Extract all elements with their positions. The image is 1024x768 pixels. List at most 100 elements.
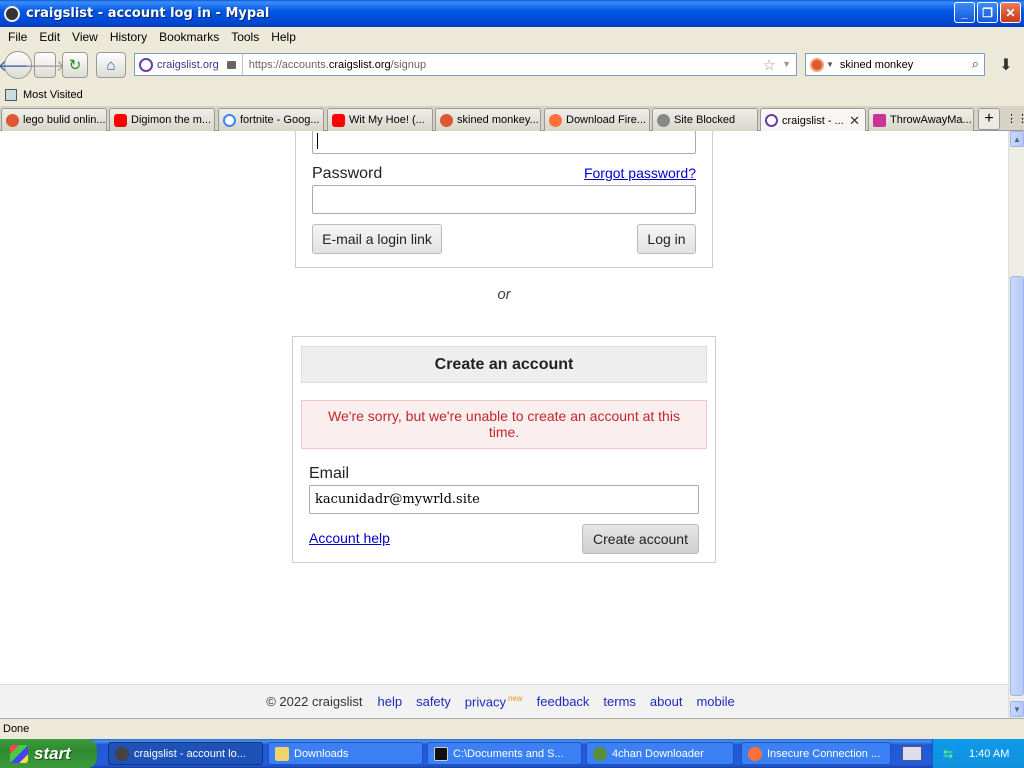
clover-icon bbox=[593, 746, 607, 761]
title-bar: craigslist - account log in - Mypal _ ❐ … bbox=[0, 0, 1024, 27]
text-cursor bbox=[317, 133, 318, 149]
url-dropdown-icon[interactable]: ▼ bbox=[782, 59, 791, 69]
close-tab-icon[interactable]: ✕ bbox=[849, 113, 860, 129]
menu-bookmarks[interactable]: Bookmarks bbox=[159, 30, 219, 44]
folder-icon bbox=[275, 746, 289, 761]
email-login-input[interactable] bbox=[312, 131, 696, 154]
tab-download-firefox[interactable]: Download Fire... bbox=[544, 108, 650, 131]
page-footer: © 2022 craigslist help safety privacy new… bbox=[0, 684, 1008, 718]
menu-edit[interactable]: Edit bbox=[39, 30, 60, 44]
site-identity[interactable]: craigslist.org bbox=[135, 54, 243, 75]
footer-terms-link[interactable]: terms bbox=[603, 694, 636, 709]
new-badge: new bbox=[507, 693, 523, 703]
start-button[interactable]: start bbox=[0, 739, 97, 768]
tab-skined-monkey[interactable]: skined monkey... bbox=[435, 108, 541, 131]
search-icon[interactable]: ⌕ bbox=[972, 56, 979, 72]
tab-lego[interactable]: lego bulid onlin... bbox=[1, 108, 107, 131]
create-account-form: Create an account We're sorry, but we're… bbox=[292, 336, 716, 563]
login-button[interactable]: Log in bbox=[637, 224, 696, 254]
peace-icon bbox=[765, 114, 778, 127]
account-help-link[interactable]: Account help bbox=[309, 530, 390, 546]
footer-mobile-link[interactable]: mobile bbox=[696, 694, 734, 709]
create-account-heading: Create an account bbox=[301, 346, 707, 383]
taskbar: start craigslist - account lo... Downloa… bbox=[0, 739, 1024, 768]
system-tray: ⇆ 1:40 AM bbox=[932, 739, 1024, 768]
download-arrow-icon: ⬇ bbox=[999, 57, 1013, 74]
network-icon[interactable]: ⇆ bbox=[943, 747, 959, 761]
new-tab-button[interactable]: + bbox=[978, 108, 1000, 130]
bookmarks-toolbar: Most Visited bbox=[0, 84, 1024, 106]
home-icon: ⌂ bbox=[106, 56, 116, 74]
peace-icon bbox=[139, 57, 153, 72]
forward-button[interactable]: 🡒 bbox=[25, 52, 65, 78]
menu-help[interactable]: Help bbox=[271, 30, 296, 44]
reload-icon: ↻ bbox=[68, 57, 82, 74]
email-field[interactable]: kacunidadr@mywrld.site bbox=[309, 485, 699, 514]
menu-file[interactable]: File bbox=[8, 30, 27, 44]
navigation-toolbar: 🡐 🡒 ↻ ⌂ craigslist.org https://accounts.… bbox=[0, 46, 1024, 84]
taskbar-item-browser[interactable]: craigslist - account lo... bbox=[108, 742, 263, 765]
tab-site-blocked[interactable]: Site Blocked bbox=[652, 108, 758, 131]
tab-craigslist[interactable]: craigslist - ... ✕ bbox=[760, 108, 866, 132]
taskbar-item-4chan-downloader[interactable]: 4chan Downloader bbox=[586, 742, 734, 765]
bookmark-star-icon[interactable]: ☆ bbox=[763, 56, 776, 74]
scroll-down-icon[interactable]: ▼ bbox=[1010, 701, 1024, 717]
google-icon bbox=[223, 113, 236, 127]
keyboard-icon[interactable] bbox=[902, 746, 922, 761]
menu-history[interactable]: History bbox=[110, 30, 147, 44]
folder-icon bbox=[5, 89, 17, 101]
error-message: We're sorry, but we're unable to create … bbox=[301, 400, 707, 449]
youtube-icon bbox=[332, 113, 345, 127]
menu-tools[interactable]: Tools bbox=[231, 30, 259, 44]
youtube-icon bbox=[114, 113, 127, 127]
footer-feedback-link[interactable]: feedback bbox=[537, 694, 590, 709]
create-account-button[interactable]: Create account bbox=[582, 524, 699, 554]
tab-fortnite[interactable]: fortnite - Goog... bbox=[218, 108, 324, 131]
footer-privacy-link[interactable]: privacy new bbox=[465, 694, 523, 709]
taskbar-item-downloads[interactable]: Downloads bbox=[268, 742, 423, 765]
url-text[interactable]: https://accounts.craigslist.org/signup bbox=[249, 59, 426, 71]
password-label: Password bbox=[312, 165, 383, 182]
search-input[interactable]: skined monkey bbox=[840, 59, 913, 71]
login-form: Password Forgot password? E-mail a login… bbox=[295, 131, 713, 268]
bookmark-most-visited[interactable]: Most Visited bbox=[23, 89, 83, 101]
tab-favicon-icon bbox=[6, 113, 19, 127]
forgot-password-link[interactable]: Forgot password? bbox=[584, 165, 696, 181]
maximize-button[interactable]: ❐ bbox=[977, 2, 998, 23]
taskbar-item-insecure-connection[interactable]: Insecure Connection ... bbox=[741, 742, 891, 765]
footer-about-link[interactable]: about bbox=[650, 694, 683, 709]
window-title: craigslist - account log in - Mypal bbox=[26, 6, 270, 21]
scroll-thumb[interactable] bbox=[1010, 276, 1024, 696]
firefox-icon bbox=[549, 113, 562, 127]
menu-view[interactable]: View bbox=[72, 30, 98, 44]
globe-icon bbox=[657, 113, 670, 127]
home-button[interactable]: ⌂ bbox=[96, 52, 126, 78]
vertical-scrollbar[interactable]: ▲ ▼ bbox=[1008, 131, 1024, 718]
footer-help-link[interactable]: help bbox=[378, 694, 403, 709]
firefox-icon bbox=[748, 746, 762, 761]
close-button[interactable]: ✕ bbox=[1000, 2, 1021, 23]
tab-digimon[interactable]: Digimon the m... bbox=[109, 108, 215, 131]
password-input[interactable] bbox=[312, 185, 696, 214]
footer-safety-link[interactable]: safety bbox=[416, 694, 451, 709]
url-bar[interactable]: craigslist.org https://accounts.craigsli… bbox=[134, 53, 797, 76]
clock[interactable]: 1:40 AM bbox=[969, 748, 1009, 760]
email-login-link-button[interactable]: E-mail a login link bbox=[312, 224, 442, 254]
chevron-down-icon[interactable]: ▼ bbox=[826, 60, 834, 69]
status-bar: Done bbox=[0, 718, 1024, 739]
reload-button[interactable]: ↻ bbox=[62, 52, 88, 78]
page-content: Password Forgot password? E-mail a login… bbox=[0, 131, 1008, 684]
minimize-button[interactable]: _ bbox=[954, 2, 975, 23]
all-tabs-icon[interactable]: ⋮⋮ bbox=[1006, 112, 1024, 125]
tab-throwawaymail[interactable]: ThrowAwayMa... bbox=[868, 108, 974, 131]
downloads-button[interactable]: ⬇ bbox=[993, 54, 1019, 76]
scroll-up-icon[interactable]: ▲ bbox=[1010, 131, 1024, 147]
terminal-icon bbox=[434, 746, 448, 761]
lock-icon bbox=[226, 60, 236, 69]
taskbar-item-command-prompt[interactable]: C:\Documents and S... bbox=[427, 742, 582, 765]
search-box[interactable]: ▼ skined monkey ⌕ bbox=[805, 53, 985, 76]
tab-wit-my-hoe[interactable]: Wit My Hoe! (... bbox=[327, 108, 433, 131]
search-engine-icon[interactable] bbox=[810, 57, 824, 72]
copyright: © 2022 craigslist bbox=[266, 694, 363, 709]
menu-bar: File Edit View History Bookmarks Tools H… bbox=[0, 27, 1024, 46]
